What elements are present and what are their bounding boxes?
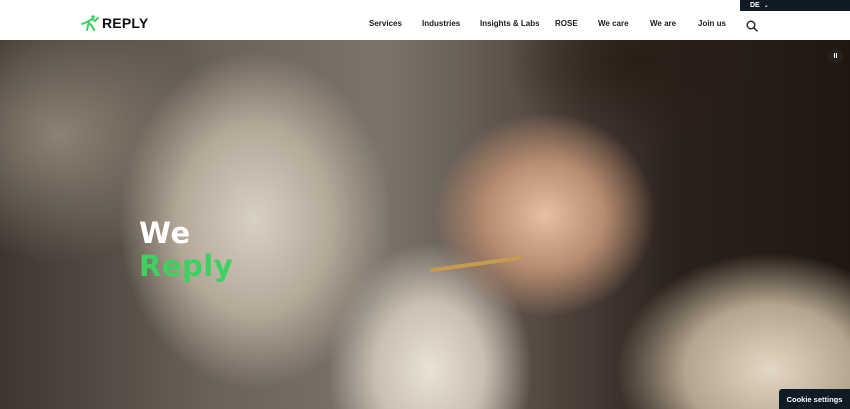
cookie-settings-button[interactable]: Cookie settings [779, 389, 850, 409]
nav-item-insights-labs[interactable]: Insights & Labs [480, 19, 540, 28]
search-button[interactable] [746, 19, 758, 32]
nav-item-rose[interactable]: ROSE [555, 19, 578, 28]
site-header: REPLY Services Industries Insights & Lab… [0, 0, 850, 40]
nav-item-we-care[interactable]: We care [598, 19, 629, 28]
nav-item-services[interactable]: Services [369, 19, 402, 28]
nav-item-join-us[interactable]: Join us [698, 19, 726, 28]
nav-item-industries[interactable]: Industries [422, 19, 460, 28]
headline-line-we: We [139, 216, 191, 250]
search-icon [746, 20, 758, 32]
hero-headline: We Reply [139, 217, 233, 283]
language-switcher[interactable]: DE ⌄ [740, 0, 850, 11]
hero-banner: II We Reply Cookie settings [0, 40, 850, 409]
headline-line-reply: Reply [139, 249, 234, 283]
cookie-settings-label: Cookie settings [786, 394, 843, 404]
chevron-down-icon: ⌄ [763, 3, 769, 9]
hero-image-pencil [430, 255, 522, 273]
pause-icon: II [833, 53, 838, 60]
language-label: DE [750, 2, 760, 9]
pause-button[interactable]: II [828, 49, 843, 64]
nav-item-we-are[interactable]: We are [650, 19, 676, 28]
main-nav: Services Industries Insights & Labs ROSE… [0, 19, 850, 31]
